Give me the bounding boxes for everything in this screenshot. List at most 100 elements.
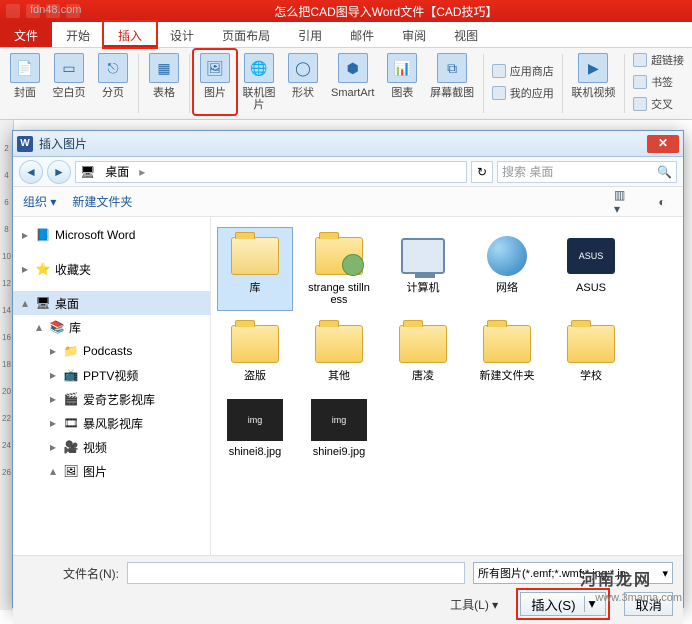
file-item[interactable]: 盗版 [217,315,293,387]
btn-chart[interactable]: 📊图表 [381,50,423,114]
ribbon-tabs: 文件 开始 插入 设计 页面布局 引用 邮件 审阅 视图 [0,22,692,48]
tree-node-label: 桌面 [55,295,79,312]
search-input[interactable]: 搜索 桌面 🔍 [497,161,677,183]
file-icon [479,320,535,368]
tree-node[interactable]: ▸🎬爱奇艺影视库 [13,387,210,411]
tab-home[interactable]: 开始 [52,22,104,47]
tree-node-icon: 📚 [49,319,65,335]
refresh-button[interactable]: ↻ [471,161,493,183]
file-name: 唐凌 [412,370,434,382]
btn-page-break[interactable]: ⎋分页 [92,50,134,114]
tree-twist-icon[interactable]: ▸ [47,368,59,382]
tree-node-label: 图片 [83,463,107,480]
tree-twist-icon[interactable]: ▸ [47,392,59,406]
btn-crossref[interactable]: 交叉 [629,94,688,114]
btn-online-video[interactable]: ▶联机视频 [567,50,620,114]
btn-picture[interactable]: 🖼图片 [194,50,236,114]
file-item[interactable]: 新建文件夹 [469,315,545,387]
tree-node[interactable]: ▸📘Microsoft Word [13,223,210,247]
tree-twist-icon[interactable]: ▸ [47,440,59,454]
tab-view[interactable]: 视图 [440,22,492,47]
nav-back-button[interactable]: ◄ [19,160,43,184]
tab-references[interactable]: 引用 [284,22,336,47]
dialog-title-text: 插入图片 [39,135,647,152]
nav-forward-button[interactable]: ► [47,160,71,184]
tree-node[interactable]: ▴📚库 [13,315,210,339]
tree-node[interactable]: ▸📁Podcasts [13,339,210,363]
tree-node[interactable]: ▸🎥视频 [13,435,210,459]
file-icon [227,320,283,368]
tree-node[interactable]: ▸📺PPTV视频 [13,363,210,387]
file-name: 盗版 [244,370,266,382]
btn-bookmark[interactable]: 书签 [629,72,688,92]
btn-app-store[interactable]: 应用商店 [488,61,558,81]
tree-twist-icon[interactable]: ▸ [19,262,31,276]
dialog-titlebar[interactable]: W 插入图片 ✕ [13,131,683,157]
tree-twist-icon[interactable]: ▴ [19,296,31,310]
file-item[interactable]: imgshinei8.jpg [217,391,293,463]
file-item[interactable]: 网络 [469,227,545,311]
breadcrumb[interactable]: 🖥 桌面 ▸ [75,161,467,183]
file-item[interactable]: 计算机 [385,227,461,311]
window-caption: 怎么把CAD图导入Word文件【CAD技巧】 [86,3,686,20]
chevron-right-icon[interactable]: ▸ [139,165,145,179]
tab-review[interactable]: 审阅 [388,22,440,47]
file-item[interactable]: 学校 [553,315,629,387]
tree-twist-icon[interactable]: ▸ [47,416,59,430]
btn-table[interactable]: ▦表格 [143,50,185,114]
btn-cover-page[interactable]: 📄封面 [4,50,46,114]
file-name: 新建文件夹 [480,370,535,382]
breadcrumb-root[interactable]: 桌面 [99,163,135,180]
tree-twist-icon[interactable]: ▴ [33,320,45,334]
file-item[interactable]: 库 [217,227,293,311]
file-item[interactable]: strange stillness [301,227,377,311]
btn-blank-page[interactable]: ▭空白页 [48,50,90,114]
tree-node-icon: 🎬 [63,391,79,407]
filename-input[interactable] [127,562,465,584]
tree-node[interactable]: ▴🖼图片 [13,459,210,483]
tree-node-icon: 📁 [63,343,79,359]
btn-my-apps[interactable]: 我的应用 [488,83,558,103]
tab-layout[interactable]: 页面布局 [208,22,284,47]
file-list[interactable]: 库strange stillness计算机网络ASUSASUS 盗版 其他 唐凌 新建文… [211,217,683,555]
tree-node[interactable]: ▸🎞暴风影视库 [13,411,210,435]
watermark-site: 河南龙网 [580,566,652,590]
tree-node-label: 收藏夹 [55,261,91,278]
tree-twist-icon[interactable]: ▴ [47,464,59,478]
view-options-button[interactable]: ▥ ▾ [613,191,635,213]
dialog-close-button[interactable]: ✕ [647,135,679,153]
tree-node-icon: ⭐ [35,261,51,277]
tree-node-label: PPTV视频 [83,367,138,384]
tree-twist-icon[interactable]: ▸ [47,344,59,358]
btn-online-picture[interactable]: 🌐联机图片 [238,50,280,114]
file-item[interactable]: imgshinei9.jpg [301,391,377,463]
tree-node[interactable]: ▴ 🖥桌面 [13,291,210,315]
file-item[interactable]: ASUSASUS [553,227,629,311]
insert-button[interactable]: 插入(S)▾ [520,592,606,616]
tab-insert[interactable]: 插入 [104,22,156,47]
help-button[interactable]: ◐ [651,191,673,213]
file-name: 其他 [328,370,350,382]
group-apps: 应用商店 我的应用 [488,50,558,114]
file-name: ASUS [576,282,606,294]
folder-tree[interactable]: ▸📘Microsoft Word▸⭐收藏夹▴🖥桌面▴📚库▸📁Podcasts▸📺… [13,217,211,555]
file-item[interactable]: 其他 [301,315,377,387]
new-folder-button[interactable]: 新建文件夹 [72,193,132,210]
tree-node[interactable]: ▸ ⭐收藏夹 [13,257,210,281]
tree-twist-icon[interactable]: ▸ [19,228,31,242]
dialog-nav-bar: ◄ ► 🖥 桌面 ▸ ↻ 搜索 桌面 🔍 [13,157,683,187]
organize-menu[interactable]: 组织 ▾ [23,193,56,210]
tab-file[interactable]: 文件 [0,22,52,47]
btn-shapes[interactable]: ◯形状 [282,50,324,114]
tab-design[interactable]: 设计 [156,22,208,47]
btn-smartart[interactable]: ⬢SmartArt [326,50,379,114]
tree-node-icon: 🖥 [35,295,51,311]
dialog-toolbar: 组织 ▾ 新建文件夹 ▥ ▾ ◐ [13,187,683,217]
btn-hyperlink[interactable]: 超链接 [629,50,688,70]
tab-mailings[interactable]: 邮件 [336,22,388,47]
file-item[interactable]: 唐凌 [385,315,461,387]
file-icon [479,232,535,280]
file-icon [395,320,451,368]
file-icon [395,232,451,280]
btn-screenshot[interactable]: ⧉屏幕截图 [425,50,478,114]
